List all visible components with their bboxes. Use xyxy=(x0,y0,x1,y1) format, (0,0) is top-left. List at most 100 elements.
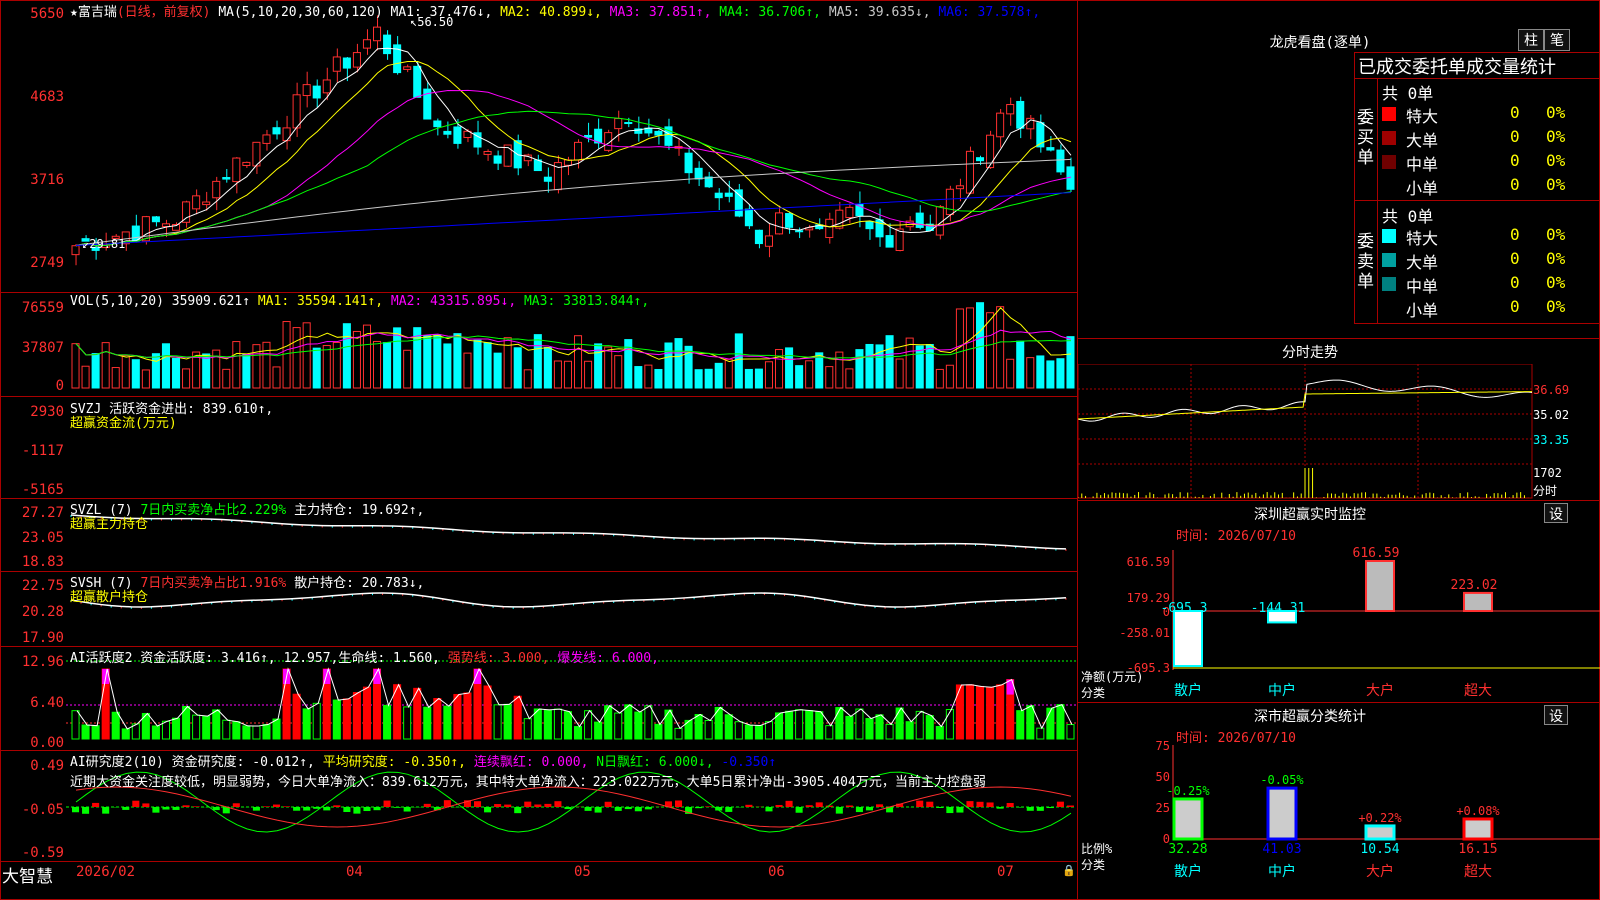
lhb-row-pct: 0% xyxy=(1546,297,1566,316)
research-bar xyxy=(1026,807,1034,811)
candle xyxy=(403,66,412,70)
monitor-settings-button[interactable]: 设 xyxy=(1544,503,1568,523)
lhb-row-pct: 0% xyxy=(1546,273,1566,292)
candle xyxy=(724,192,733,197)
svzl-axis-label: 23.05 xyxy=(21,530,64,546)
active-bar xyxy=(383,704,392,740)
flow-bar xyxy=(888,427,892,441)
candle xyxy=(955,185,964,190)
ma-legend-item: MA6: 37.578↑, xyxy=(930,5,1041,20)
active-bar xyxy=(795,709,804,740)
volume-bar xyxy=(1066,336,1075,389)
active-bar xyxy=(403,706,412,740)
flow-bar xyxy=(848,441,852,458)
volume-bar xyxy=(885,335,894,389)
svsh-axis-label: 22.75 xyxy=(21,578,64,594)
ai-research-header: AI研究度2(10) 资金研究度: -0.012↑, 平均研究度: -0.350… xyxy=(70,755,777,770)
research-bar xyxy=(1046,807,1054,809)
flow-bar xyxy=(747,437,751,441)
ma-legend-item: MA1: 35594.141↑, xyxy=(257,294,384,309)
classify-bar xyxy=(1462,817,1494,841)
classify-change-label: -0.25% xyxy=(1166,784,1210,798)
legend-swatch-icon xyxy=(1382,253,1396,267)
volume-bar xyxy=(614,355,623,389)
volume-bar xyxy=(996,306,1005,389)
legend-swatch-icon xyxy=(1382,131,1396,145)
classify-value-label: 41.03 xyxy=(1262,842,1301,857)
research-bar xyxy=(815,802,823,807)
research-bar xyxy=(705,806,713,807)
volume-bar xyxy=(433,334,442,389)
active-bar xyxy=(81,724,90,740)
legend-swatch-icon xyxy=(1382,301,1396,315)
bar-view-button[interactable]: 柱 xyxy=(1518,29,1544,51)
monitor-category-label: 散户 xyxy=(1174,682,1202,699)
volume-bar xyxy=(423,335,432,389)
flow-bar xyxy=(928,441,932,450)
volume-bar xyxy=(71,343,80,389)
candle xyxy=(212,180,221,199)
volume-bar xyxy=(664,342,673,389)
volume-bar xyxy=(121,355,130,389)
candle xyxy=(362,39,372,49)
price-axis-label: 5650 xyxy=(30,6,64,22)
candle xyxy=(71,245,80,256)
legend-swatch-icon xyxy=(1382,107,1396,121)
x-axis-label: 06 xyxy=(768,864,785,880)
classify-settings-button[interactable]: 设 xyxy=(1544,705,1568,725)
flow-bar xyxy=(999,441,1003,454)
lhb-tabs[interactable]: 已成交委托单成交量统计 xyxy=(1358,53,1556,79)
flow-bar xyxy=(647,441,651,444)
volume-bar xyxy=(232,341,241,389)
research-bar xyxy=(614,807,622,811)
x-axis-label: 05 xyxy=(574,864,591,880)
active-bar xyxy=(624,704,633,740)
active-bar xyxy=(594,721,603,740)
flow-bar xyxy=(416,441,420,450)
research-bar xyxy=(695,807,703,809)
active-bar xyxy=(694,714,703,740)
classify-value-label: 32.28 xyxy=(1168,842,1207,857)
monitor-svg: 616.59179.290-258.01-695.3-695.3散户-144.3… xyxy=(1119,546,1600,699)
volume-bar xyxy=(101,342,110,389)
active-bar xyxy=(352,692,361,740)
candle xyxy=(744,208,753,227)
research-bar xyxy=(996,807,1004,809)
lhb-row-pct: 0% xyxy=(1546,103,1566,122)
candle xyxy=(332,56,341,72)
flow-bar xyxy=(778,430,782,441)
candle xyxy=(574,141,583,161)
active-bar xyxy=(986,686,995,740)
volume-bar xyxy=(141,369,150,389)
volume-bar xyxy=(674,338,683,389)
flow-bar xyxy=(597,438,601,441)
candle xyxy=(342,57,351,69)
research-bar xyxy=(1006,802,1014,807)
research-bar xyxy=(594,807,602,813)
research-bar xyxy=(946,807,954,814)
volume-bar xyxy=(925,344,934,389)
price-pane[interactable] xyxy=(66,0,1076,292)
lock-icon[interactable]: 🔒 xyxy=(1062,864,1076,877)
divider xyxy=(1377,78,1378,324)
active-bar xyxy=(453,694,462,740)
research-bar xyxy=(675,800,683,807)
volume-bar xyxy=(785,347,794,389)
active-bar xyxy=(976,685,985,740)
volume-bar xyxy=(151,353,160,389)
intraday-chart[interactable] xyxy=(1078,364,1600,499)
candle xyxy=(282,127,291,142)
holding-line xyxy=(70,514,1066,550)
divider xyxy=(0,861,1078,862)
intraday-vol-unit: 分时 xyxy=(1533,484,1558,498)
flow-bar xyxy=(516,441,520,448)
flow-bar xyxy=(345,441,349,454)
pen-view-button[interactable]: 笔 xyxy=(1544,29,1570,51)
volume-bar xyxy=(161,343,170,389)
research-bar xyxy=(1066,805,1074,807)
classify-unit2: 分类 xyxy=(1081,858,1106,872)
active-bar xyxy=(865,718,874,740)
monitor-chart: 616.59 179.29 0 -258.01 -695.3 -695.3 散户 -144.3… xyxy=(1078,540,1600,700)
candle xyxy=(764,235,774,247)
research-bar xyxy=(353,807,361,814)
